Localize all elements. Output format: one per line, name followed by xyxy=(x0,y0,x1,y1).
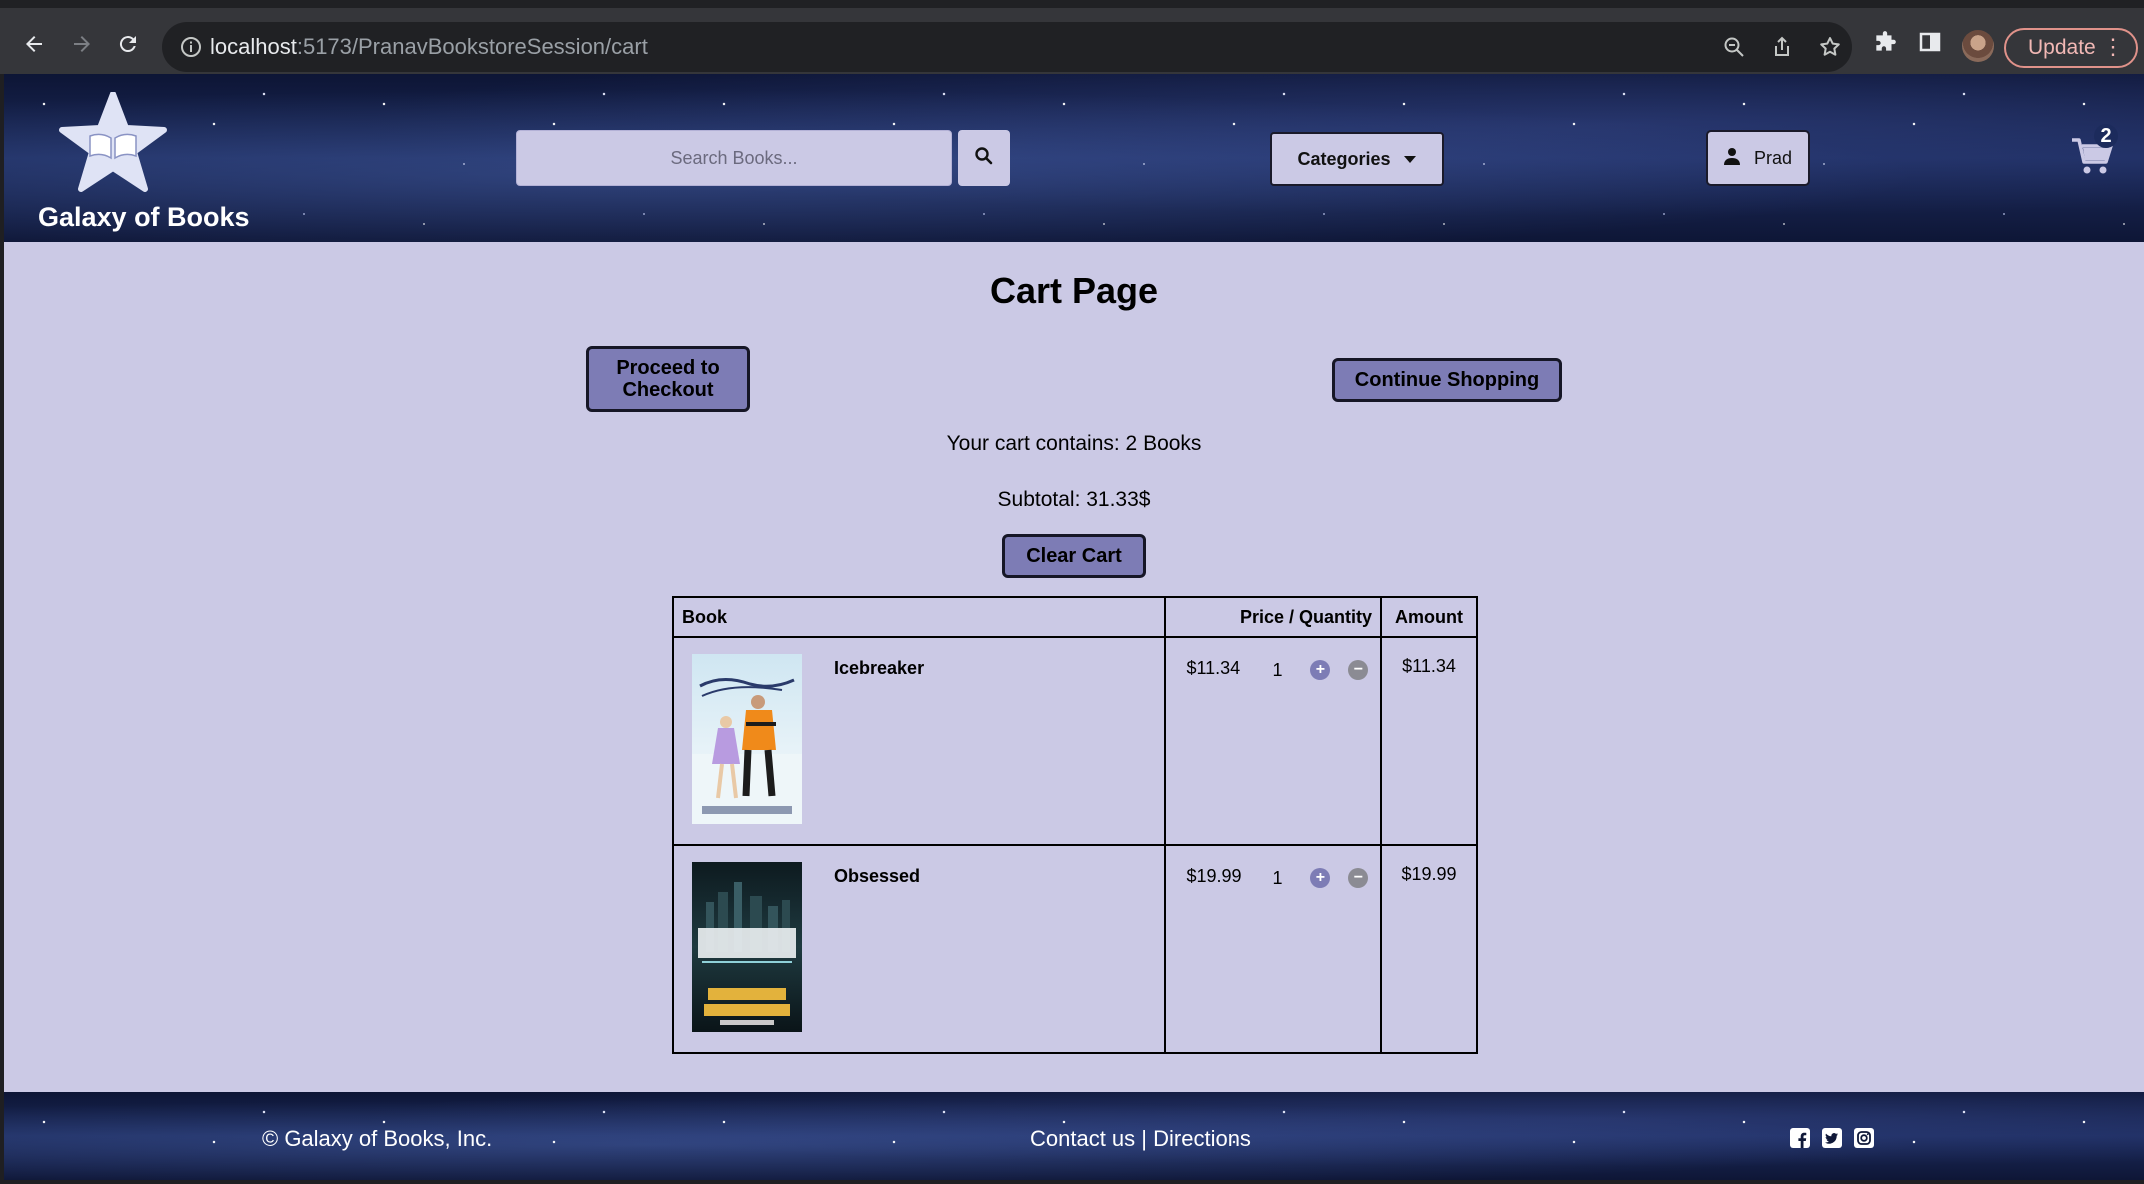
quantity-value: 1 xyxy=(1272,660,1283,680)
back-icon[interactable] xyxy=(18,28,50,60)
page-title: Cart Page xyxy=(989,270,1159,311)
zoom-icon[interactable] xyxy=(1722,35,1746,64)
price-quantity-cell: $11.34 1 + − xyxy=(1164,636,1383,846)
proceed-to-checkout-button[interactable]: Proceed to Checkout xyxy=(586,346,750,412)
table-header-row: Book Price / Quantity Amount xyxy=(671,596,1478,638)
address-bar[interactable]: localhost:5173/PranavBookstoreSession/ca… xyxy=(162,22,1852,72)
extensions-icon[interactable] xyxy=(1872,30,1898,61)
cart-table: Book Price / Quantity Amount Icebreaker … xyxy=(671,596,1478,1054)
search-icon xyxy=(974,146,994,171)
menu-dots-icon[interactable]: ⋮ xyxy=(2102,36,2124,58)
url-text: localhost:5173/PranavBookstoreSession/ca… xyxy=(210,34,648,59)
instagram-icon[interactable] xyxy=(1854,1128,1874,1148)
contact-us-link[interactable]: Contact us xyxy=(1030,1126,1135,1151)
unit-price: $11.34 xyxy=(1186,658,1241,678)
browser-chrome: localhost:5173/PranavBookstoreSession/ca… xyxy=(0,0,2144,74)
quantity-value: 1 xyxy=(1272,868,1283,888)
book-cover-image[interactable] xyxy=(692,862,802,1032)
unit-price: $19.99 xyxy=(1186,866,1242,886)
footer-links: Contact us | Directions xyxy=(1030,1126,1251,1152)
user-name: Prad xyxy=(1753,147,1793,168)
web-page: Galaxy of Books Categories Prad 2 Cart P… xyxy=(4,74,2144,1180)
categories-label: Categories xyxy=(1297,148,1391,169)
search-input[interactable] xyxy=(516,130,952,186)
column-header-book: Book xyxy=(671,596,1167,638)
caret-down-icon xyxy=(1403,149,1417,170)
column-header-price-quantity: Price / Quantity xyxy=(1164,596,1383,638)
decrease-quantity-icon[interactable]: − xyxy=(1348,868,1369,888)
logo-icon[interactable] xyxy=(58,91,168,192)
cart-count-badge: 2 xyxy=(2094,124,2118,148)
column-header-amount: Amount xyxy=(1380,596,1478,638)
book-cell: Obsessed xyxy=(671,844,1167,1054)
site-header: Galaxy of Books Categories Prad 2 xyxy=(4,74,2144,242)
update-button[interactable]: Update ⋮ xyxy=(2004,28,2138,68)
increase-quantity-icon[interactable]: + xyxy=(1310,868,1331,888)
cart-count-text: Your cart contains: 2 Books xyxy=(946,432,1202,455)
star-bookmark-icon[interactable] xyxy=(1818,35,1842,64)
table-row: Obsessed $19.99 1 + − $19.99 xyxy=(671,844,1478,1054)
info-icon[interactable] xyxy=(180,36,202,63)
book-title[interactable]: Icebreaker xyxy=(834,658,924,679)
book-cover-image[interactable] xyxy=(692,654,802,824)
user-icon xyxy=(1723,147,1740,170)
book-cell: Icebreaker xyxy=(671,636,1167,846)
book-title[interactable]: Obsessed xyxy=(834,866,920,887)
user-account-button[interactable]: Prad xyxy=(1706,130,1810,186)
facebook-icon[interactable] xyxy=(1790,1128,1810,1148)
subtotal-text: Subtotal: 31.33$ xyxy=(997,488,1151,511)
directions-link[interactable]: Directions xyxy=(1153,1126,1251,1151)
decrease-quantity-icon[interactable]: − xyxy=(1348,660,1369,680)
categories-dropdown[interactable]: Categories xyxy=(1270,132,1444,186)
brand-name[interactable]: Galaxy of Books xyxy=(38,202,250,233)
price-quantity-cell: $19.99 1 + − xyxy=(1164,844,1383,1054)
continue-shopping-button[interactable]: Continue Shopping xyxy=(1332,358,1562,402)
update-label: Update xyxy=(2028,36,2096,59)
table-row: Icebreaker $11.34 1 + − $11.34 xyxy=(671,636,1478,846)
amount-cell: $19.99 xyxy=(1380,844,1478,1054)
clear-cart-button[interactable]: Clear Cart xyxy=(1002,534,1146,578)
link-separator: | xyxy=(1135,1126,1154,1151)
share-icon[interactable] xyxy=(1770,35,1794,64)
site-footer: © Galaxy of Books, Inc. Contact us | Dir… xyxy=(4,1092,2144,1180)
twitter-icon[interactable] xyxy=(1822,1128,1842,1148)
increase-quantity-icon[interactable]: + xyxy=(1310,660,1331,680)
amount-cell: $11.34 xyxy=(1380,636,1478,846)
search-button[interactable] xyxy=(958,130,1010,186)
sidebar-icon[interactable] xyxy=(1918,30,1942,59)
forward-icon[interactable] xyxy=(66,28,98,60)
profile-avatar[interactable] xyxy=(1962,30,1994,62)
reload-icon[interactable] xyxy=(112,28,144,60)
copyright-text: © Galaxy of Books, Inc. xyxy=(262,1126,493,1151)
